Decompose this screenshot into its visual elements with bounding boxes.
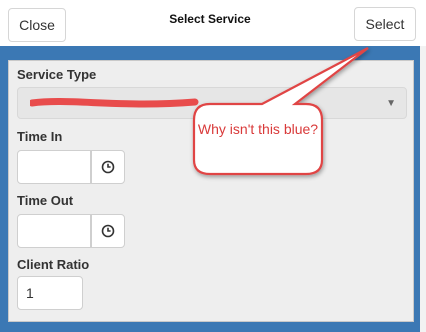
annotation-callout	[192, 47, 369, 176]
annotation-text: Why isn't this blue?	[197, 121, 319, 137]
